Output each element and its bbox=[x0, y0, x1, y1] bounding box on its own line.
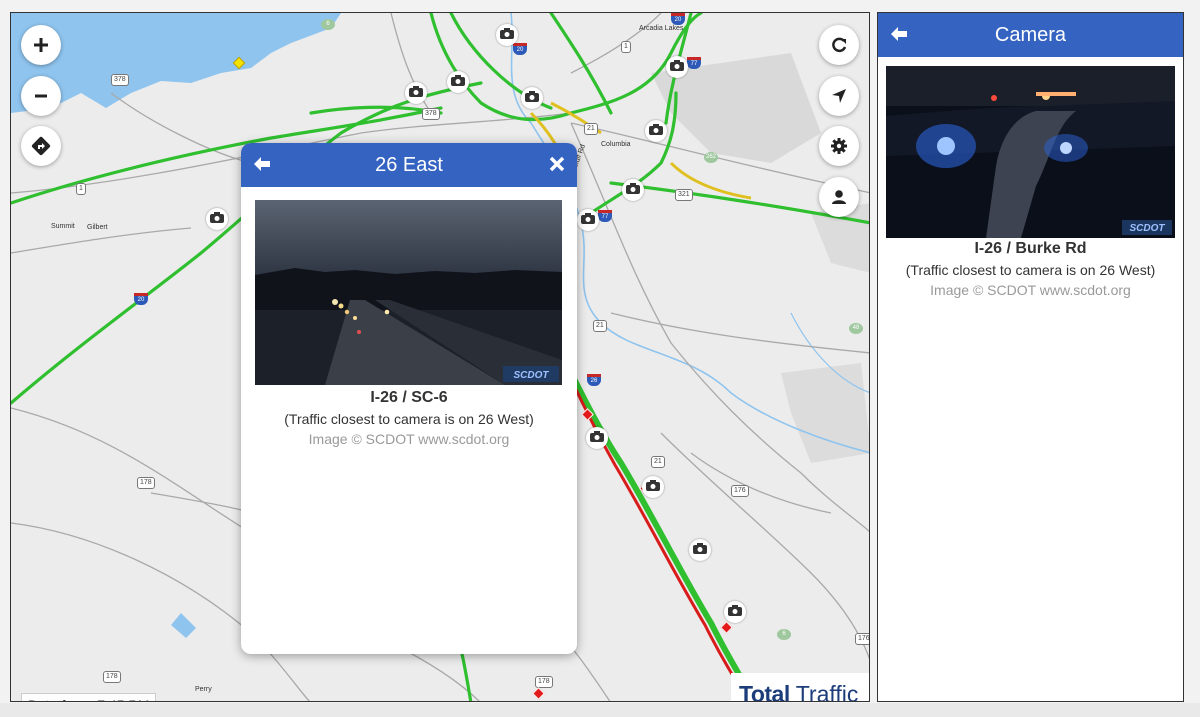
camera-note: (Traffic closest to camera is on 26 West… bbox=[905, 262, 1156, 278]
page-footer-strip bbox=[0, 703, 1200, 717]
urban-area bbox=[781, 363, 869, 463]
us-route-shield: 378 bbox=[111, 74, 129, 86]
back-arrow-icon[interactable] bbox=[253, 155, 271, 179]
gear-icon bbox=[830, 137, 848, 155]
us-route-shield: 178 bbox=[137, 477, 155, 489]
minus-icon bbox=[33, 88, 49, 104]
place-label: Columbia bbox=[601, 141, 631, 148]
us-route-shield: 321 bbox=[675, 189, 693, 201]
us-route-shield: 1 bbox=[621, 41, 631, 53]
locate-button[interactable] bbox=[819, 76, 859, 116]
total-traffic-logo[interactable]: Total Traffic bbox=[731, 673, 869, 702]
camera-image-night-highway: SCDOT bbox=[255, 200, 562, 385]
camera-marker[interactable] bbox=[577, 209, 599, 231]
camera-popup: 26 East SCDOT I-26 / SC-6 (Traffic close… bbox=[241, 143, 577, 654]
us-route-shield: 21 bbox=[651, 456, 665, 468]
zoom-in-button[interactable] bbox=[21, 25, 61, 65]
camera-icon bbox=[670, 58, 684, 76]
brand-part2: Traffic bbox=[795, 680, 859, 702]
popup-header: 26 East bbox=[241, 143, 577, 187]
camera-marker[interactable] bbox=[206, 208, 228, 230]
place-label: Perry bbox=[195, 686, 212, 693]
camera-marker[interactable] bbox=[447, 71, 469, 93]
us-route-shield: 178 bbox=[103, 671, 121, 683]
us-route-shield: 176 bbox=[731, 485, 749, 497]
pond bbox=[171, 613, 196, 638]
camera-marker[interactable] bbox=[645, 120, 667, 142]
camera-name: I-26 / SC-6 bbox=[370, 389, 448, 406]
camera-marker[interactable] bbox=[724, 601, 746, 623]
place-label: Summit bbox=[51, 223, 75, 230]
camera-marker[interactable] bbox=[496, 24, 518, 46]
camera-icon bbox=[210, 210, 224, 228]
us-route-shield: 21 bbox=[593, 320, 607, 332]
camera-marker[interactable] bbox=[586, 427, 608, 449]
camera-icon bbox=[525, 89, 539, 107]
camera-icon bbox=[728, 603, 742, 621]
zoom-out-button[interactable] bbox=[21, 76, 61, 116]
side-panel-title: Camera bbox=[994, 23, 1067, 46]
camera-icon bbox=[581, 211, 595, 229]
camera-credit[interactable]: Image © SCDOT www.scdot.org bbox=[878, 282, 1183, 298]
popup-title: 26 East bbox=[375, 153, 443, 176]
refresh-icon bbox=[830, 36, 848, 54]
camera-icon bbox=[409, 84, 423, 102]
us-route-shield: 176 bbox=[855, 633, 869, 645]
state-route-shield: 262 bbox=[704, 152, 718, 163]
account-button[interactable] bbox=[819, 177, 859, 217]
settings-button[interactable] bbox=[819, 126, 859, 166]
interstate-shield: 20 bbox=[513, 43, 527, 55]
camera-note: (Traffic closest to camera is on 26 West… bbox=[284, 411, 534, 427]
camera-marker[interactable] bbox=[689, 539, 711, 561]
traffic-map[interactable]: Arcadia Lakes Columbia Summit Gilbert Pe… bbox=[10, 12, 870, 702]
place-label: Gilbert bbox=[87, 224, 108, 231]
camera-image[interactable]: SCDOT bbox=[255, 200, 562, 385]
camera-name: I-26 / Burke Rd bbox=[974, 240, 1087, 257]
interstate-shield: 20 bbox=[134, 293, 148, 305]
interstate-shield: 20 bbox=[671, 13, 685, 25]
place-label: Arcadia Lakes bbox=[639, 25, 684, 32]
us-route-shield: 1 bbox=[76, 183, 86, 195]
camera-credit[interactable]: Image © SCDOT www.scdot.org bbox=[241, 431, 577, 447]
camera-marker[interactable] bbox=[622, 179, 644, 201]
directions-button[interactable] bbox=[21, 126, 61, 166]
camera-icon bbox=[626, 181, 640, 199]
camera-icon bbox=[590, 429, 604, 447]
camera-icon bbox=[693, 541, 707, 559]
interstate-shield: 26 bbox=[587, 374, 601, 386]
us-route-shield: 378 bbox=[422, 108, 440, 120]
camera-image-night-police: SCDOT bbox=[886, 66, 1175, 238]
camera-side-panel: Camera SCDOT I-26 / Burke Rd (Traffic cl… bbox=[877, 12, 1184, 702]
camera-marker[interactable] bbox=[666, 56, 688, 78]
user-icon bbox=[831, 189, 847, 205]
state-route-shield: 48 bbox=[849, 323, 863, 334]
directions-icon bbox=[31, 136, 51, 156]
interstate-shield: 77 bbox=[687, 57, 701, 69]
close-icon[interactable] bbox=[549, 155, 565, 178]
locate-icon bbox=[831, 88, 847, 104]
plus-icon bbox=[33, 37, 49, 53]
brand-part1: Total bbox=[739, 680, 790, 702]
camera-marker[interactable] bbox=[521, 87, 543, 109]
camera-icon bbox=[451, 73, 465, 91]
scdot-watermark: SCDOT bbox=[1130, 223, 1166, 234]
interstate-shield: 77 bbox=[598, 210, 612, 222]
side-panel-header: Camera bbox=[878, 13, 1183, 57]
camera-icon bbox=[646, 478, 660, 496]
refresh-button[interactable] bbox=[819, 25, 859, 65]
scdot-watermark: SCDOT bbox=[514, 370, 550, 381]
camera-marker[interactable] bbox=[405, 82, 427, 104]
us-route-shield: 21 bbox=[584, 123, 598, 135]
state-route-shield: 6 bbox=[777, 629, 791, 640]
data-timestamp: Data from: 7:45 PM bbox=[21, 693, 157, 701]
camera-icon bbox=[500, 26, 514, 44]
camera-marker[interactable] bbox=[642, 476, 664, 498]
state-route-shield: 6 bbox=[321, 19, 335, 30]
camera-icon bbox=[649, 122, 663, 140]
back-arrow-icon[interactable] bbox=[890, 25, 908, 49]
camera-image[interactable]: SCDOT bbox=[886, 66, 1175, 238]
